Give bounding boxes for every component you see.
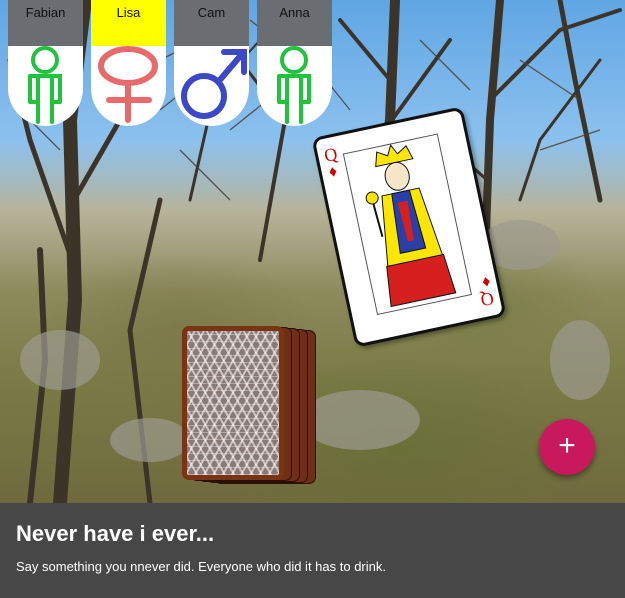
rule-description: Say something you nnever did. Everyone w…: [16, 559, 386, 574]
player-tab-cam[interactable]: Cam: [174, 0, 249, 126]
queen-figure-illustration: [342, 133, 472, 316]
player-tab-fabian[interactable]: Fabian: [8, 0, 83, 126]
card-rank-bottom: Q: [478, 288, 496, 311]
player-name: Cam: [174, 0, 249, 46]
player-name: Anna: [257, 0, 332, 46]
card-deck[interactable]: [182, 326, 316, 486]
neutral-figure-icon: [28, 46, 62, 124]
player-tab-lisa[interactable]: Lisa: [91, 0, 166, 126]
add-button[interactable]: +: [539, 419, 595, 475]
player-name: Lisa: [91, 0, 166, 46]
male-symbol-icon: [181, 49, 247, 119]
rule-panel: Never have i ever... Say something you n…: [0, 503, 625, 598]
rule-title: Never have i ever...: [16, 521, 215, 546]
card-rank-top: Q: [322, 143, 340, 166]
player-name: Fabian: [8, 0, 83, 46]
deck-top-card-back[interactable]: [182, 326, 284, 480]
player-tab-anna[interactable]: Anna: [257, 0, 332, 126]
diamond-suit-icon: ♦: [327, 162, 339, 182]
female-symbol-icon: [98, 46, 158, 123]
neutral-figure-icon: [277, 46, 311, 124]
